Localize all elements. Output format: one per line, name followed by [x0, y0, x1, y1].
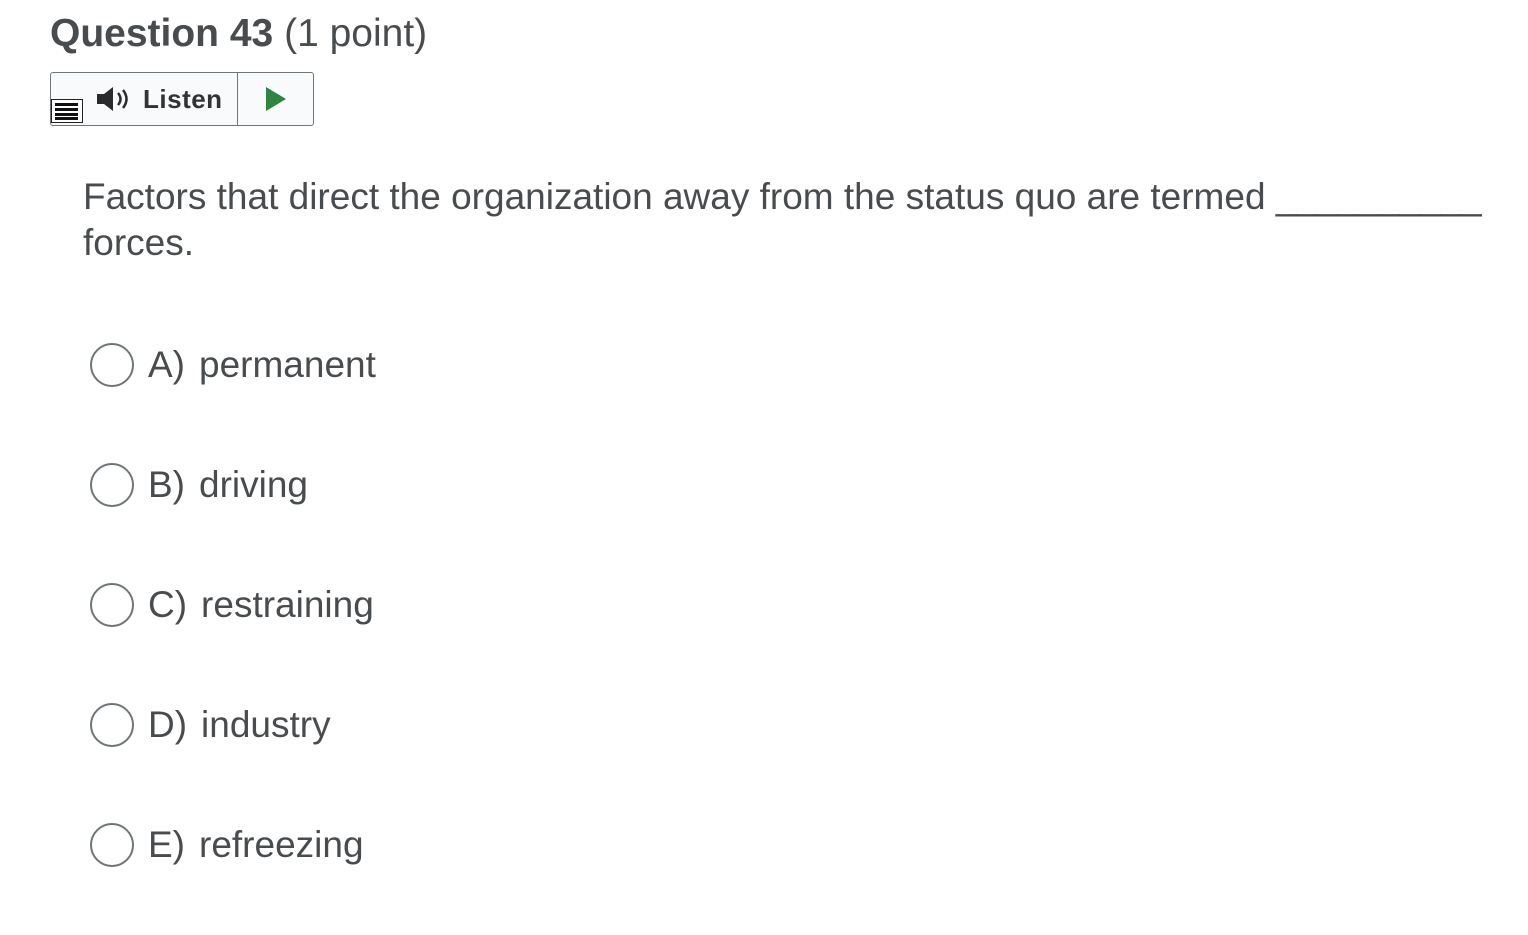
choice-a[interactable]: A) permanent: [90, 335, 376, 395]
choice-label[interactable]: C) restraining: [148, 584, 374, 626]
choice-b[interactable]: B) driving: [90, 455, 376, 515]
choice-c[interactable]: C) restraining: [90, 575, 376, 635]
reader-menu-icon: [51, 99, 83, 123]
choice-label[interactable]: A) permanent: [148, 344, 376, 386]
answer-choices: A) permanent B) driving C) restraining D) in…: [90, 335, 376, 935]
choice-text: permanent: [199, 344, 376, 385]
radio-button[interactable]: [90, 703, 134, 747]
choice-label[interactable]: D) industry: [148, 704, 331, 746]
listen-label: Listen: [143, 83, 223, 114]
radio-button[interactable]: [90, 583, 134, 627]
choice-text: industry: [201, 704, 331, 745]
radio-button[interactable]: [90, 343, 134, 387]
choice-d[interactable]: D) industry: [90, 695, 376, 755]
reader-menu-button[interactable]: [51, 73, 85, 125]
choice-letter: E): [148, 824, 185, 865]
question-points: (1 point): [284, 12, 428, 55]
choice-e[interactable]: E) refreezing: [90, 815, 376, 875]
question-prompt: Factors that direct the organization awa…: [83, 176, 1482, 263]
choice-letter: A): [148, 344, 185, 385]
listen-button[interactable]: Listen: [85, 73, 238, 125]
listen-toolbar: Listen: [50, 72, 314, 126]
choice-text: driving: [199, 464, 308, 505]
choice-letter: C): [148, 584, 188, 625]
choice-label[interactable]: E) refreezing: [148, 824, 364, 866]
choice-label[interactable]: B) driving: [148, 464, 308, 506]
choice-text: restraining: [201, 584, 374, 625]
radio-button[interactable]: [90, 463, 134, 507]
radio-button[interactable]: [90, 823, 134, 867]
play-icon: [265, 87, 286, 111]
choice-text: refreezing: [199, 824, 364, 865]
choice-letter: D): [148, 704, 188, 745]
choice-letter: B): [148, 464, 185, 505]
speaker-icon: [97, 87, 128, 111]
play-button[interactable]: [238, 73, 313, 125]
question-title: Question 43: [50, 12, 274, 55]
question-header: Question 43 (1 point): [50, 10, 427, 58]
